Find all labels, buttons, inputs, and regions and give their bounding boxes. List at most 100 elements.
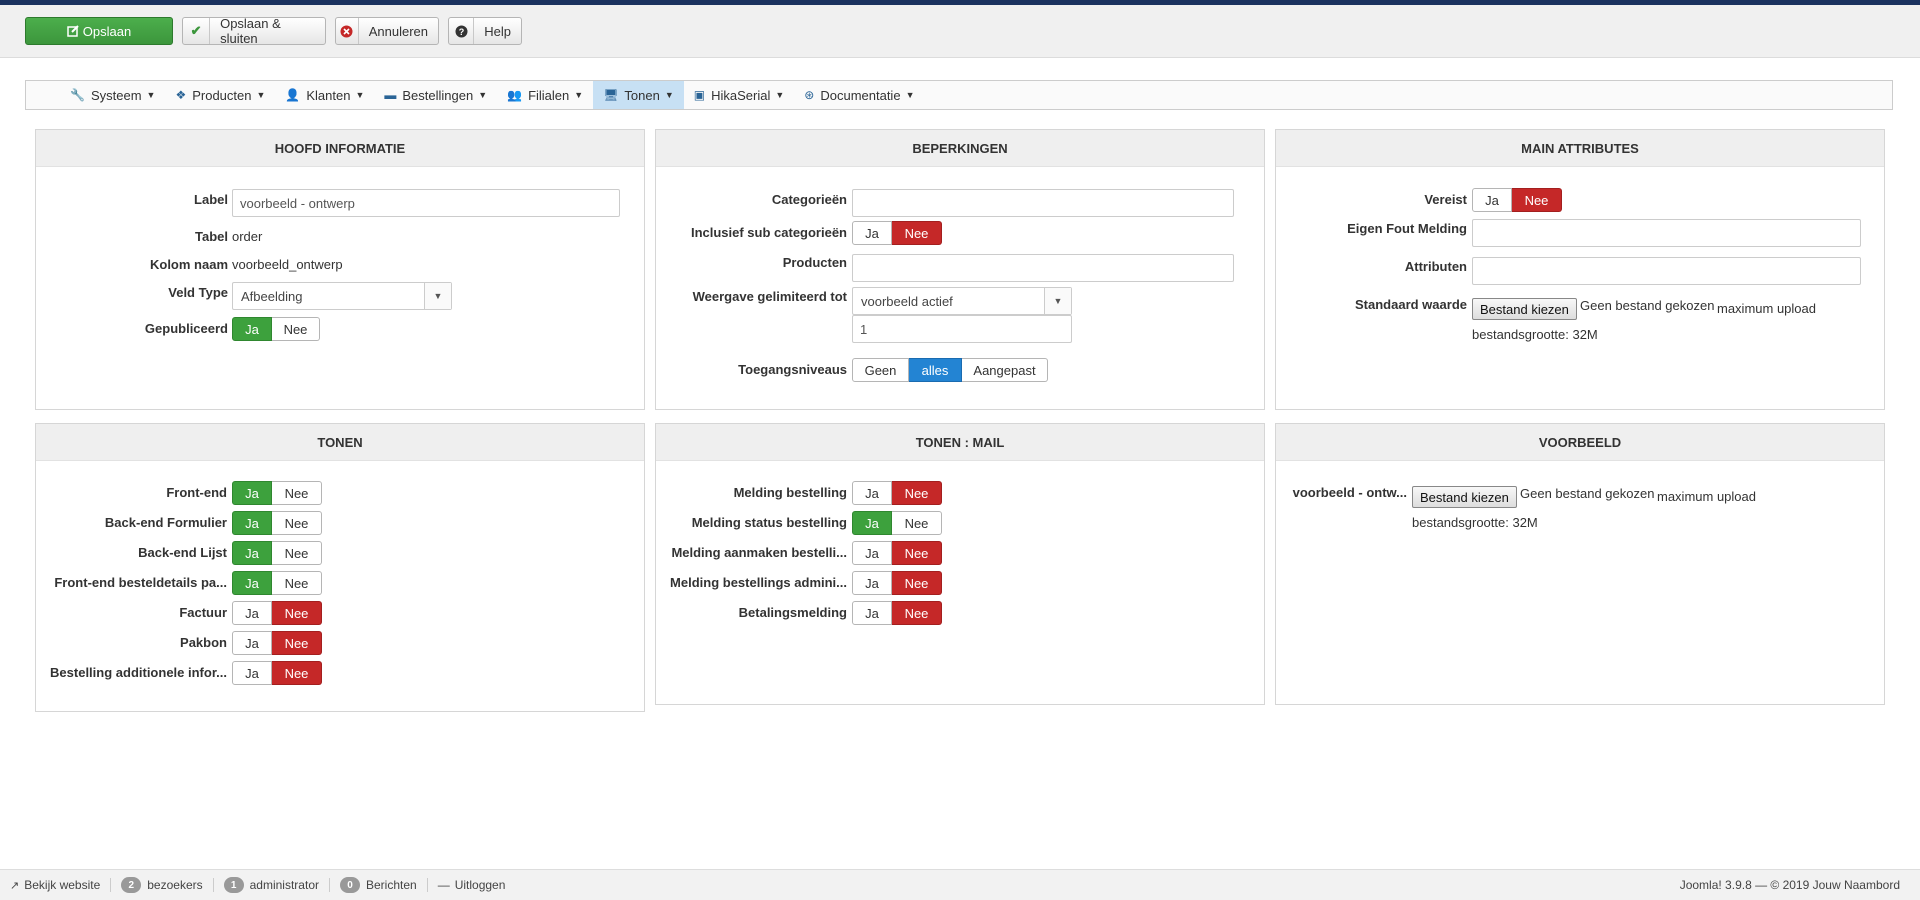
save-close-button[interactable]: ✔ Opslaan & sluiten — [182, 17, 326, 45]
ja-option[interactable]: Ja — [852, 541, 892, 565]
cubes-icon: ❖ — [175, 88, 187, 102]
veld-type-label: Veld Type — [168, 285, 228, 300]
panel-title: BEPERKINGEN — [656, 130, 1264, 167]
nee-option[interactable]: Nee — [892, 571, 942, 595]
ja-option[interactable]: Ja — [1472, 188, 1512, 212]
label-input[interactable]: voorbeeld - ontwerp — [232, 189, 620, 217]
file-choose-button[interactable]: Bestand kiezen — [1472, 298, 1577, 320]
mail-row-label: Betalingsmelding — [738, 605, 847, 620]
caret-down-icon: ▼ — [775, 90, 785, 100]
edit-icon — [67, 18, 79, 44]
tonen-row-label: Back-end Lijst — [138, 545, 227, 560]
label-field-label: Label — [194, 192, 228, 207]
nee-option[interactable]: Nee — [892, 481, 942, 505]
menu-systeem[interactable]: 🔧 Systeem ▼ — [60, 81, 165, 109]
ja-option[interactable]: Ja — [232, 601, 272, 625]
tonen-row-toggle: Ja Nee — [232, 661, 322, 685]
nee-option[interactable]: Nee — [272, 541, 322, 565]
veld-type-select[interactable]: Afbeelding ▼ — [232, 282, 452, 310]
menu-producten[interactable]: ❖ Producten ▼ — [165, 81, 275, 109]
menu-klanten[interactable]: 👤 Klanten ▼ — [275, 81, 374, 109]
file-choose-button[interactable]: Bestand kiezen — [1412, 486, 1517, 508]
logout-link[interactable]: — Uitloggen — [428, 878, 516, 892]
ja-option[interactable]: Ja — [852, 481, 892, 505]
ja-option[interactable]: Ja — [232, 317, 272, 341]
aangepast-option[interactable]: Aangepast — [962, 358, 1048, 382]
producten-input[interactable] — [852, 254, 1234, 282]
weergave-number-input[interactable]: 1 — [852, 315, 1072, 343]
tonen-row-toggle: Ja Nee — [232, 571, 322, 595]
messages-item[interactable]: 0 Berichten — [330, 877, 428, 893]
ja-option[interactable]: Ja — [232, 571, 272, 595]
ja-option[interactable]: Ja — [852, 571, 892, 595]
caret-down-icon: ▼ — [146, 90, 156, 100]
ja-option[interactable]: Ja — [232, 661, 272, 685]
save-button[interactable]: Opslaan — [25, 17, 173, 45]
attributen-input[interactable] — [1472, 257, 1861, 285]
ja-option[interactable]: Ja — [232, 481, 272, 505]
ja-option[interactable]: Ja — [232, 511, 272, 535]
toolbar: Opslaan ✔ Opslaan & sluiten Annuleren ? … — [0, 5, 1920, 58]
fout-melding-input[interactable] — [1472, 219, 1861, 247]
gepubliceerd-toggle: Ja Nee — [232, 317, 320, 341]
nee-option[interactable]: Nee — [892, 601, 942, 625]
mail-row-label: Melding status bestelling — [691, 515, 847, 530]
tonen-row-toggle: Ja Nee — [232, 601, 322, 625]
menu-filialen[interactable]: 👥 Filialen ▼ — [497, 81, 593, 109]
minus-icon: — — [437, 878, 450, 892]
panel-main-attributes: MAIN ATTRIBUTES Vereist Ja Nee Eigen Fou… — [1275, 129, 1885, 410]
mail-row-label: Melding bestellings admini... — [670, 575, 847, 590]
no-file-text: Geen bestand gekozen — [1520, 486, 1655, 501]
alles-option[interactable]: alles — [909, 358, 962, 382]
help-button[interactable]: ? Help — [448, 17, 522, 45]
nee-option[interactable]: Nee — [1512, 188, 1562, 212]
geen-option[interactable]: Geen — [852, 358, 909, 382]
panel-tonen-mail: TONEN : MAIL Melding bestelling Ja Nee Me… — [655, 423, 1265, 705]
panel-tonen: TONEN Front-end Ja Nee Back-end Formulier… — [35, 423, 645, 712]
view-site-link[interactable]: ↗ Bekijk website — [0, 878, 112, 892]
ja-option[interactable]: Ja — [232, 631, 272, 655]
tonen-row-toggle: Ja Nee — [232, 481, 322, 505]
wrench-icon: 🔧 — [70, 88, 85, 102]
ja-option[interactable]: Ja — [852, 511, 892, 535]
menu-hikaserial[interactable]: ▣ HikaSerial ▼ — [684, 81, 795, 109]
menu-bestellingen[interactable]: ▬ Bestellingen ▼ — [374, 81, 497, 109]
no-file-text: Geen bestand gekozen — [1580, 298, 1715, 313]
caret-down-icon: ▼ — [424, 283, 451, 309]
nee-option[interactable]: Nee — [272, 511, 322, 535]
external-link-icon: ↗ — [10, 879, 20, 892]
panel-beperkingen: BEPERKINGEN Categorieën Inclusief sub ca… — [655, 129, 1265, 410]
visitors-item[interactable]: 2 bezoekers — [111, 877, 214, 893]
menu-tonen[interactable]: 🖥 Tonen ▼ — [593, 81, 684, 109]
check-icon: ✔ — [183, 18, 211, 44]
nee-option[interactable]: Nee — [272, 631, 322, 655]
nee-option[interactable]: Nee — [272, 661, 322, 685]
mail-row-toggle: Ja Nee — [852, 571, 942, 595]
attributen-label: Attributen — [1404, 259, 1467, 274]
tonen-row-label: Pakbon — [180, 635, 227, 650]
nee-option[interactable]: Nee — [892, 541, 942, 565]
nee-option[interactable]: Nee — [272, 317, 320, 341]
admin-item[interactable]: 1 administrator — [214, 877, 330, 893]
categorieen-input[interactable] — [852, 189, 1234, 217]
tonen-row-label: Bestelling additionele infor... — [50, 665, 227, 680]
panel-title: HOOFD INFORMATIE — [36, 130, 644, 167]
ja-option[interactable]: Ja — [232, 541, 272, 565]
inclusief-toggle: Ja Nee — [852, 221, 942, 245]
ja-option[interactable]: Ja — [852, 221, 892, 245]
version-text: Joomla! 3.9.8 — © 2019 Jouw Naambord — [1679, 878, 1900, 892]
nee-option[interactable]: Nee — [892, 511, 942, 535]
caret-down-icon: ▼ — [664, 90, 674, 100]
ja-option[interactable]: Ja — [852, 601, 892, 625]
vereist-label: Vereist — [1424, 192, 1467, 207]
caret-down-icon: ▼ — [905, 90, 915, 100]
cancel-button[interactable]: Annuleren — [335, 17, 439, 45]
nee-option[interactable]: Nee — [272, 571, 322, 595]
nee-option[interactable]: Nee — [272, 481, 322, 505]
mail-row-label: Melding bestelling — [733, 485, 847, 500]
menu-documentatie[interactable]: ⊛ Documentatie ▼ — [794, 81, 924, 109]
weergave-select[interactable]: voorbeeld actief ▼ — [852, 287, 1072, 315]
nee-option[interactable]: Nee — [272, 601, 322, 625]
upload-size-text: bestandsgrootte: 32M — [1472, 327, 1598, 342]
nee-option[interactable]: Nee — [892, 221, 942, 245]
